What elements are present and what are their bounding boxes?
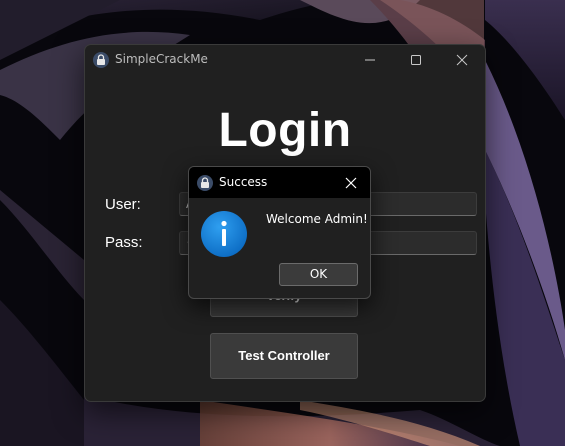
minimize-icon (365, 59, 375, 61)
maximize-icon (411, 55, 421, 65)
ok-button[interactable]: OK (279, 263, 358, 286)
info-icon (200, 210, 248, 258)
login-heading: Login (218, 104, 352, 157)
pass-label: Pass: (105, 234, 143, 251)
lock-icon (197, 175, 213, 191)
success-dialog: Success Welcome Admin! OK (188, 166, 371, 299)
close-icon (345, 177, 357, 189)
dialog-close-button[interactable] (341, 174, 361, 192)
dialog-title: Success (219, 175, 268, 189)
window-title: SimpleCrackMe (115, 52, 208, 66)
close-icon (456, 54, 468, 66)
dialog-message: Welcome Admin! (266, 212, 368, 226)
minimize-button[interactable] (347, 45, 393, 75)
lock-icon (93, 52, 109, 68)
dialog-titlebar[interactable]: Success (189, 167, 370, 198)
close-button[interactable] (439, 45, 485, 75)
user-label: User: (105, 196, 141, 213)
window-titlebar[interactable]: SimpleCrackMe (85, 45, 485, 75)
test-controller-button[interactable]: Test Controller (210, 333, 358, 379)
maximize-button[interactable] (393, 45, 439, 75)
